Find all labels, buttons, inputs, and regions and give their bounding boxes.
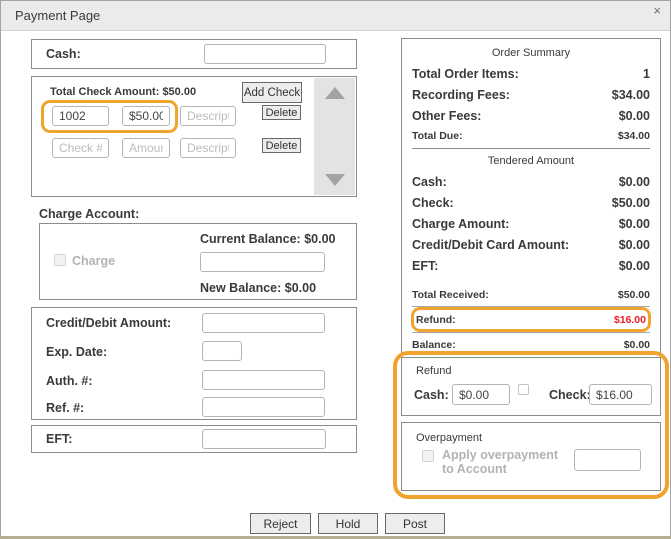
current-balance-label: Current Balance: $0.00 [200,232,335,246]
eft-panel: EFT: [31,425,357,453]
total-due-label: Total Due: [412,130,463,142]
post-button[interactable]: Post [385,513,445,534]
refund-label: Refund: [416,314,456,326]
tendered-card-value: $0.00 [619,238,650,252]
tendered-charge-label: Charge Amount: [412,217,509,231]
total-received-value: $50.00 [618,289,650,301]
cash-panel: Cash: [31,39,357,69]
tendered-eft-row: EFT: $0.00 [412,255,650,276]
charge-amount-input[interactable] [200,252,325,272]
credit-debit-panel: Credit/Debit Amount: Exp. Date: Auth. #:… [31,307,357,420]
total-due-row: Total Due: $34.00 [412,126,650,145]
check-number-input-2[interactable] [52,138,109,158]
balance-row: Balance: $0.00 [412,335,650,354]
other-fees-row: Other Fees: $0.00 [412,105,650,126]
recording-fees-row: Recording Fees: $34.00 [412,84,650,105]
summary-divider [412,148,650,149]
delete-check-button-1[interactable]: Delete [262,105,301,120]
check-description-input-2[interactable] [180,138,236,158]
refund-top-divider [412,306,650,307]
scroll-up-icon[interactable] [325,87,345,99]
apply-overpayment-checkbox [422,450,434,462]
refund-panel: Refund Cash: Check: [401,357,661,416]
tendered-eft-value: $0.00 [619,259,650,273]
refund-check-input[interactable] [589,384,652,405]
order-summary-title: Order Summary [412,44,650,63]
total-due-value: $34.00 [618,130,650,142]
refund-check-label: Check: [549,388,591,402]
total-check-amount-label: Total Check Amount: $50.00 [50,86,196,98]
check-description-input-1[interactable] [180,106,236,126]
tendered-cash-label: Cash: [412,175,447,189]
total-order-items-row: Total Order Items: 1 [412,63,650,84]
refund-value: $16.00 [614,314,646,326]
reject-button[interactable]: Reject [250,513,311,534]
eft-input[interactable] [202,429,326,449]
charge-checkbox-label: Charge [72,254,115,268]
apply-overpayment-label: Apply overpayment to Account [442,448,570,477]
hold-button[interactable]: Hold [318,513,378,534]
cash-label: Cash: [46,47,81,61]
overpayment-panel-title: Overpayment [416,432,482,444]
new-balance-label: New Balance: $0.00 [200,281,316,295]
refund-row: Refund: $16.00 [414,310,648,329]
total-order-items-value: 1 [643,67,650,81]
charge-account-label: Charge Account: [39,207,139,221]
tendered-check-row: Check: $50.00 [412,192,650,213]
check-list-scrollbar[interactable] [314,78,355,195]
tendered-charge-value: $0.00 [619,217,650,231]
auth-number-input[interactable] [202,370,325,390]
tendered-amount-title: Tendered Amount [412,152,650,171]
refund-split-checkbox[interactable] [518,384,529,395]
exp-date-label: Exp. Date: [46,345,107,359]
ref-number-label: Ref. #: [46,401,84,415]
charge-checkbox [54,254,66,266]
total-received-row: Total Received: $50.00 [412,285,650,304]
credit-debit-amount-label: Credit/Debit Amount: [46,316,171,330]
other-fees-label: Other Fees: [412,109,481,123]
total-order-items-label: Total Order Items: [412,67,519,81]
tendered-eft-label: EFT: [412,259,438,273]
refund-bottom-divider [412,332,650,333]
title-bar: Payment Page [1,1,670,31]
scroll-down-icon[interactable] [325,174,345,186]
total-received-label: Total Received: [412,289,489,301]
check-number-input-1[interactable] [52,106,109,126]
tendered-cash-row: Cash: $0.00 [412,171,650,192]
tendered-card-label: Credit/Debit Card Amount: [412,238,569,252]
balance-label: Balance: [412,339,456,351]
refund-cash-label: Cash: [414,388,449,402]
ref-number-input[interactable] [202,397,325,417]
exp-date-input[interactable] [202,341,242,361]
tendered-charge-row: Charge Amount: $0.00 [412,213,650,234]
delete-check-button-2[interactable]: Delete [262,138,301,153]
page-title: Payment Page [15,8,100,23]
auth-number-label: Auth. #: [46,374,93,388]
balance-value: $0.00 [624,339,650,351]
eft-label: EFT: [46,432,72,446]
payment-page-dialog: Payment Page × Cash: Total Check Amount:… [0,0,671,539]
charge-panel: Current Balance: $0.00 Charge New Balanc… [39,223,357,300]
tendered-check-label: Check: [412,196,454,210]
other-fees-value: $0.00 [619,109,650,123]
refund-panel-title: Refund [416,365,451,377]
check-panel: Total Check Amount: $50.00 Add Check Del… [31,76,357,197]
tendered-card-row: Credit/Debit Card Amount: $0.00 [412,234,650,255]
cash-input[interactable] [204,44,326,64]
tendered-cash-value: $0.00 [619,175,650,189]
check-amount-input-2[interactable] [122,138,170,158]
add-check-button[interactable]: Add Check [242,82,302,103]
check-amount-input-1[interactable] [122,106,170,126]
overpayment-panel: Overpayment Apply overpayment to Account [401,422,661,491]
close-icon[interactable]: × [653,4,661,18]
recording-fees-value: $34.00 [612,88,650,102]
recording-fees-label: Recording Fees: [412,88,510,102]
overpayment-amount-input[interactable] [574,449,641,471]
credit-debit-amount-input[interactable] [202,313,325,333]
order-summary-panel: Order Summary Total Order Items: 1 Recor… [401,38,661,353]
tendered-check-value: $50.00 [612,196,650,210]
refund-cash-input[interactable] [452,384,510,405]
